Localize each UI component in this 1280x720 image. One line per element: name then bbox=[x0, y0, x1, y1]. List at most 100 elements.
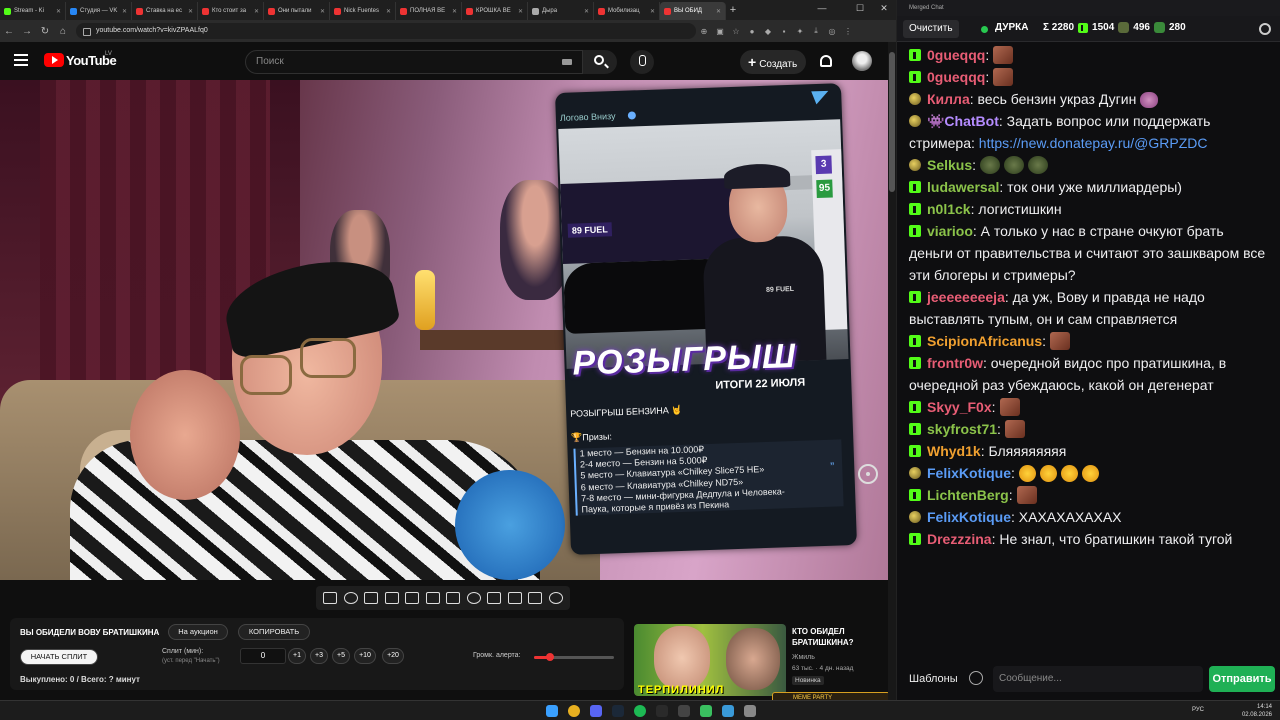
app-icon[interactable] bbox=[656, 705, 668, 717]
browser-tab[interactable]: Они пытали ✕ bbox=[264, 2, 330, 20]
add-clip-icon[interactable] bbox=[487, 592, 502, 604]
hamburger-menu-icon[interactable] bbox=[14, 54, 28, 66]
chrome-icon[interactable] bbox=[568, 705, 580, 717]
split-minutes-input[interactable]: 0 bbox=[240, 648, 286, 664]
discord-icon[interactable] bbox=[590, 705, 602, 717]
fullscreen-icon[interactable] bbox=[425, 592, 440, 604]
send-button[interactable]: Отправить bbox=[1209, 666, 1275, 692]
voice-search-icon[interactable] bbox=[630, 50, 654, 74]
player-circle-icon[interactable] bbox=[858, 464, 878, 484]
home-icon[interactable]: ⌂ bbox=[54, 26, 72, 37]
spotify-icon[interactable] bbox=[634, 705, 646, 717]
clock[interactable]: 14:14 02.08.2026 bbox=[1242, 703, 1272, 719]
telegram-icon[interactable] bbox=[722, 705, 734, 717]
tab-close-icon[interactable]: ✕ bbox=[386, 8, 391, 15]
app-icon[interactable] bbox=[700, 705, 712, 717]
tab-close-icon[interactable]: ✕ bbox=[650, 8, 655, 15]
chat-username[interactable]: FelixKotique bbox=[927, 465, 1011, 481]
increment-button[interactable]: +20 bbox=[382, 648, 404, 664]
flask-icon[interactable] bbox=[528, 592, 543, 604]
forward-icon[interactable]: → bbox=[18, 26, 36, 37]
new-tab-button[interactable]: + bbox=[726, 4, 740, 16]
browser-tab[interactable]: Nick Fuentes ✕ bbox=[330, 2, 396, 20]
browser-tab[interactable]: Мобилизац ✕ bbox=[594, 2, 660, 20]
crop-icon[interactable] bbox=[446, 592, 461, 604]
chat-username[interactable]: jeeeeeeeeja bbox=[927, 289, 1005, 305]
chat-message-input[interactable]: Сообщение... bbox=[993, 666, 1203, 692]
url-field[interactable]: youtube.com/watch?v=kivZPAALfq0 bbox=[76, 23, 696, 39]
chat-username[interactable]: Drezzzina bbox=[927, 531, 992, 547]
recommended-video-title[interactable]: КТО ОБИДЕЛ БРАТИШКИНА? bbox=[792, 626, 888, 648]
copy-button[interactable]: КОПИРОВАТЬ bbox=[238, 624, 310, 640]
chat-username[interactable]: n0l1ck bbox=[927, 201, 971, 217]
close-window-icon[interactable]: ✕ bbox=[874, 3, 894, 14]
loop-icon[interactable] bbox=[323, 592, 338, 604]
chat-username[interactable]: ScipionAfricanus bbox=[927, 333, 1042, 349]
notifications-bell-icon[interactable] bbox=[820, 55, 832, 67]
emoji-icon[interactable] bbox=[969, 671, 983, 685]
clapperboard-icon[interactable] bbox=[384, 592, 399, 604]
browser-tab[interactable]: КРОШКА ВЕ ✕ bbox=[462, 2, 528, 20]
extension-icon[interactable]: ◆ bbox=[760, 27, 776, 36]
search-input[interactable]: Поиск bbox=[245, 50, 583, 74]
zoom-icon[interactable]: ⊕ bbox=[696, 27, 712, 36]
browser-tab[interactable]: Stream - Ki ✕ bbox=[0, 2, 66, 20]
avatar[interactable] bbox=[852, 51, 872, 71]
app-icon[interactable] bbox=[744, 705, 756, 717]
browser-tab-active[interactable]: ВЫ ОБИД ✕ bbox=[660, 2, 726, 20]
recommended-channel[interactable]: Жмиль bbox=[792, 654, 815, 661]
back-icon[interactable]: ← bbox=[0, 26, 18, 37]
chat-username[interactable]: Whyd1k bbox=[927, 443, 981, 459]
reload-icon[interactable]: ↻ bbox=[36, 26, 54, 37]
tab-close-icon[interactable]: ✕ bbox=[452, 8, 457, 15]
extension-icon[interactable]: ▪ bbox=[776, 27, 792, 36]
start-windows-icon[interactable] bbox=[546, 705, 558, 717]
chat-username[interactable]: ludawersal bbox=[927, 179, 999, 195]
speed-gauge-icon[interactable] bbox=[466, 592, 481, 604]
tab-close-icon[interactable]: ✕ bbox=[320, 8, 325, 15]
tv-settings-icon[interactable] bbox=[364, 592, 379, 604]
broadcast-icon[interactable] bbox=[343, 592, 358, 604]
steam-icon[interactable] bbox=[612, 705, 624, 717]
browser-tab[interactable]: Дыра ✕ bbox=[528, 2, 594, 20]
chat-username[interactable]: 👾ChatBot bbox=[927, 113, 999, 129]
maximize-icon[interactable]: ☐ bbox=[850, 3, 870, 14]
chat-username[interactable]: viarioo bbox=[927, 223, 973, 239]
profile-icon[interactable]: ◎ bbox=[824, 27, 840, 36]
chat-username[interactable]: Килла bbox=[927, 91, 970, 107]
extension-icon[interactable]: ● bbox=[744, 27, 760, 36]
extensions-puzzle-icon[interactable]: ✦ bbox=[792, 27, 808, 36]
tab-close-icon[interactable]: ✕ bbox=[584, 8, 589, 15]
browser-tab[interactable]: ПОЛНАЯ ВЕ ✕ bbox=[396, 2, 462, 20]
create-button[interactable]: + Создать bbox=[740, 50, 806, 74]
language-indicator[interactable]: РУС bbox=[1192, 707, 1204, 713]
tab-close-icon[interactable]: ✕ bbox=[56, 8, 61, 15]
translate-icon[interactable]: ▣ bbox=[712, 27, 728, 36]
tab-close-icon[interactable]: ✕ bbox=[716, 8, 721, 15]
increment-button[interactable]: +10 bbox=[354, 648, 376, 664]
chat-username[interactable]: FelixKotique bbox=[927, 509, 1011, 525]
chat-username[interactable]: frontr0w bbox=[927, 355, 983, 371]
scrollbar-thumb[interactable] bbox=[889, 52, 895, 192]
chat-username[interactable]: Selkus bbox=[927, 157, 972, 173]
chat-username[interactable]: skyfrost71 bbox=[927, 421, 997, 437]
picture-in-picture-icon[interactable] bbox=[405, 592, 420, 604]
browser-tab[interactable]: Ставка на ес ✕ bbox=[132, 2, 198, 20]
tab-close-icon[interactable]: ✕ bbox=[122, 8, 127, 15]
tab-close-icon[interactable]: ✕ bbox=[254, 8, 259, 15]
browser-tab[interactable]: Кто стоит за ✕ bbox=[198, 2, 264, 20]
youtube-logo-icon[interactable] bbox=[44, 53, 64, 67]
app-icon[interactable] bbox=[678, 705, 690, 717]
volume-thumb[interactable] bbox=[546, 653, 554, 661]
increment-button[interactable]: +3 bbox=[310, 648, 328, 664]
clear-chat-button[interactable]: Очистить bbox=[903, 20, 959, 38]
menu-dots-icon[interactable]: ⋮ bbox=[840, 27, 856, 36]
templates-button[interactable]: Шаблоны bbox=[905, 668, 962, 690]
increment-button[interactable]: +1 bbox=[288, 648, 306, 664]
chat-link[interactable]: https://new.donatepay.ru/@GRPZDC bbox=[979, 135, 1208, 151]
video-player[interactable]: Логово Внизу 89 FUEL 3 95 89 FUEL РОЗЫГР… bbox=[0, 80, 888, 580]
tab-close-icon[interactable]: ✕ bbox=[518, 8, 523, 15]
chat-username[interactable]: Skyy_F0x bbox=[927, 399, 992, 415]
download-icon[interactable]: ⤓ bbox=[808, 26, 824, 36]
bookmark-star-icon[interactable]: ☆ bbox=[728, 27, 744, 36]
